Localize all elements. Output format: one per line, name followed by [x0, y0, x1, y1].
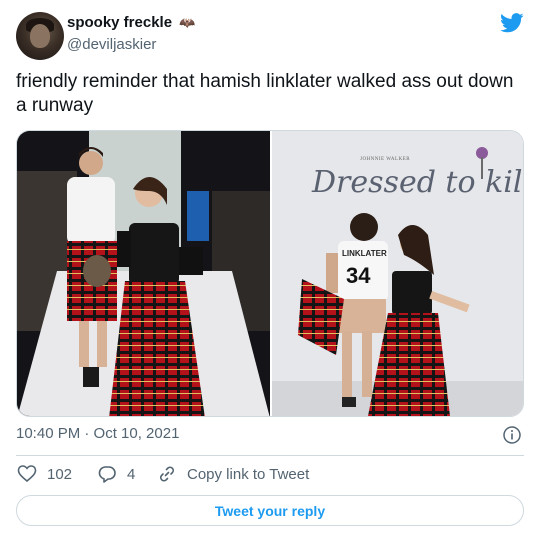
jersey-name: LINKLATER: [342, 249, 387, 258]
reply-count: 4: [127, 465, 136, 483]
display-name[interactable]: spooky freckle 🦇: [67, 14, 195, 31]
reply-action[interactable]: 4: [97, 463, 135, 485]
backdrop-title: Dressed to kilt: [312, 165, 524, 200]
copy-link-label: Copy link to Tweet: [187, 465, 310, 483]
bat-icon: 🦇: [179, 15, 196, 30]
tweet-timestamp[interactable]: 10:40 PM · Oct 10, 2021: [16, 425, 179, 442]
tweet-reply-button[interactable]: Tweet your reply: [16, 495, 524, 526]
tweet-card: spooky freckle 🦇 @deviljaskier friendly …: [0, 0, 540, 542]
link-icon: [160, 466, 174, 482]
display-name-text: spooky freckle: [67, 14, 173, 31]
twitter-bird-icon[interactable]: [500, 13, 524, 33]
runway-photo-left: [17, 131, 270, 416]
tweet-text: friendly reminder that hamish linklater …: [16, 71, 514, 116]
reply-bubble-icon: [98, 466, 116, 483]
tweet-media[interactable]: JOHNNIE WALKER Dressed to kilt LINKLATER…: [16, 130, 524, 417]
jersey-number: 34: [346, 263, 371, 288]
media-photo-right[interactable]: JOHNNIE WALKER Dressed to kilt LINKLATER…: [272, 131, 524, 416]
avatar-face: [30, 24, 50, 48]
info-icon[interactable]: [503, 426, 521, 444]
avatar[interactable]: [16, 12, 64, 60]
like-action[interactable]: 102: [17, 463, 72, 485]
media-photo-left[interactable]: [17, 131, 270, 416]
like-count: 102: [47, 465, 73, 483]
backdrop-brand-small: JOHNNIE WALKER: [360, 157, 411, 162]
user-handle[interactable]: @deviljaskier: [67, 36, 156, 53]
copy-link-action[interactable]: Copy link to Tweet: [157, 463, 309, 485]
heart-icon: [17, 465, 37, 483]
divider: [16, 455, 524, 456]
